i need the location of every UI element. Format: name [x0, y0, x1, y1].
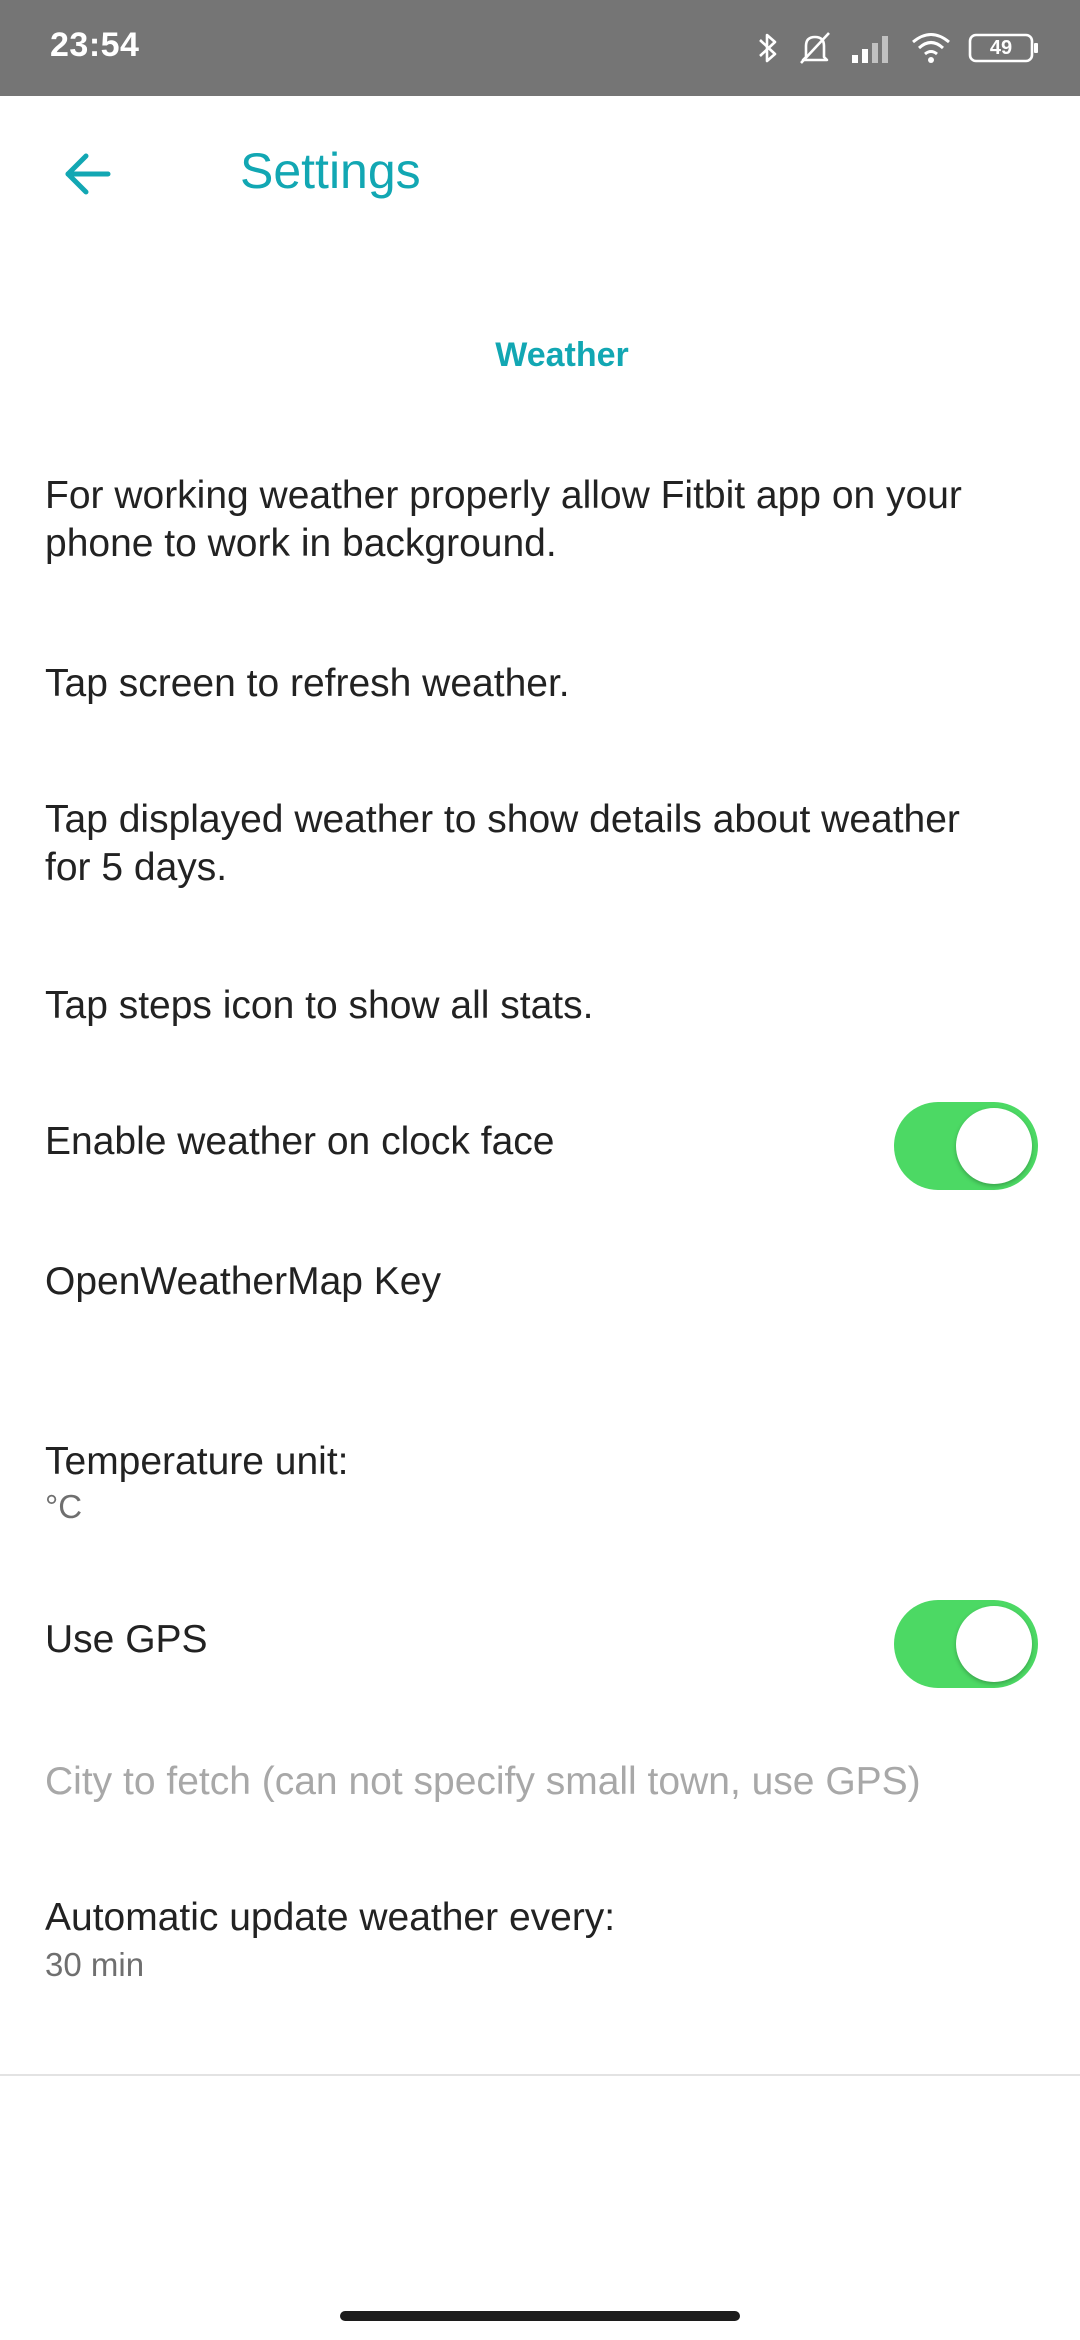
status-time: 23:54	[50, 26, 140, 64]
info-tap-details: Tap displayed weather to show details ab…	[45, 798, 960, 889]
signal-icon	[850, 31, 894, 65]
use-gps-toggle[interactable]	[894, 1600, 1038, 1688]
arrow-left-icon	[62, 148, 114, 205]
back-button[interactable]	[44, 132, 132, 220]
temperature-unit-value: °C	[45, 1488, 83, 1525]
openweathermap-key-field[interactable]: OpenWeatherMap Key	[45, 1258, 1005, 1306]
wifi-icon	[910, 31, 952, 65]
status-bar: 23:54 49	[0, 0, 1080, 96]
status-icons: 49	[756, 28, 1040, 68]
section-title: Weather	[495, 336, 629, 374]
battery-icon: 49	[968, 32, 1040, 64]
toggle-knob	[956, 1606, 1032, 1682]
home-indicator[interactable]	[340, 2311, 740, 2321]
bluetooth-icon	[756, 30, 780, 66]
city-input[interactable]: City to fetch (can not specify small tow…	[45, 1758, 1055, 1806]
enable-weather-label: Enable weather on clock face	[45, 1120, 555, 1163]
enable-weather-toggle[interactable]	[894, 1102, 1038, 1190]
info-tap-steps: Tap steps icon to show all stats.	[45, 984, 594, 1027]
toggle-knob	[956, 1108, 1032, 1184]
battery-level: 49	[989, 37, 1013, 59]
info-tap-refresh: Tap screen to refresh weather.	[45, 662, 570, 705]
info-background: For working weather properly allow Fitbi…	[45, 474, 962, 565]
bell-off-icon	[796, 29, 834, 67]
divider	[0, 2074, 1080, 2076]
temperature-unit-setting[interactable]: Temperature unit:	[45, 1438, 1005, 1486]
app-bar: Settings	[0, 96, 1080, 248]
update-interval-value: 30 min	[45, 1946, 145, 1983]
update-interval-setting[interactable]: Automatic update weather every:	[45, 1894, 1005, 1942]
use-gps-label: Use GPS	[45, 1618, 208, 1661]
page-title: Settings	[240, 143, 421, 199]
